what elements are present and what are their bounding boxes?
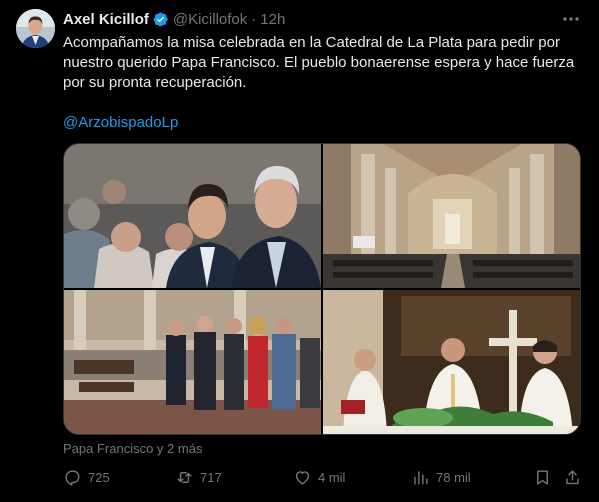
reply-icon (65, 469, 80, 486)
photo-officials-in-cathedral[interactable] (64, 290, 321, 434)
views-count: 78 mil (436, 469, 471, 485)
tweet-body: Acompañamos la misa celebrada en la Cate… (63, 33, 583, 133)
photo-cathedral-interior[interactable] (323, 144, 580, 288)
reply-count: 725 (88, 469, 110, 485)
mention-link[interactable]: @ArzobispadoLp (63, 113, 583, 133)
reply-button[interactable]: 725 (63, 466, 110, 488)
share-icon (566, 469, 579, 484)
tweet-header: Axel Kicillof @Kicillofok · 12h (63, 10, 285, 29)
verified-badge-icon (153, 12, 168, 27)
author-handle[interactable]: @Kicillofok (173, 10, 247, 29)
media-grid (63, 143, 581, 435)
bookmark-button[interactable] (533, 466, 552, 488)
tweet-text: Acompañamos la misa celebrada en la Cate… (63, 34, 575, 91)
repost-count: 717 (200, 469, 222, 485)
action-bar: 725 717 4 mil 78 mil (63, 466, 583, 488)
photo-people-at-mass[interactable] (64, 144, 321, 288)
author-name[interactable]: Axel Kicillof (63, 10, 149, 29)
share-button[interactable] (563, 466, 582, 488)
avatar[interactable] (16, 9, 55, 48)
like-button[interactable]: 4 mil (293, 466, 345, 488)
heart-icon (295, 470, 310, 485)
tagged-people[interactable]: Papa Francisco y 2 más (63, 441, 202, 457)
more-options-icon[interactable] (561, 9, 581, 29)
repost-button[interactable]: 717 (175, 466, 222, 488)
bookmark-icon (537, 469, 548, 485)
tweet-time[interactable]: 12h (260, 10, 285, 29)
repost-icon (177, 471, 192, 483)
like-count: 4 mil (318, 469, 346, 485)
views-chart-icon (414, 470, 428, 485)
photo-priests-at-altar[interactable] (323, 290, 580, 434)
views-button[interactable]: 78 mil (411, 466, 471, 488)
separator-dot: · (251, 11, 257, 28)
tweet[interactable]: Axel Kicillof @Kicillofok · 12h Acompaña… (0, 0, 599, 502)
